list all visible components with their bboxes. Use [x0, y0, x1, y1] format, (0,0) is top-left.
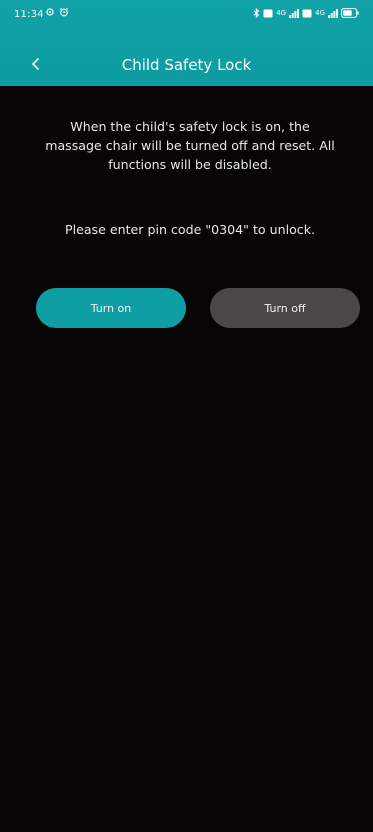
lock-description: When the child's safety lock is on, the …: [45, 119, 335, 172]
turn-off-button[interactable]: Turn off: [210, 288, 360, 328]
app-bar: Child Safety Lock: [0, 44, 373, 84]
status-bar: 11:34 4G 4G: [0, 0, 373, 32]
battery-icon: [341, 8, 359, 18]
alarm-icon: [59, 7, 69, 17]
pin-instruction: Please enter pin code "0304" to unlock.: [65, 222, 315, 237]
turn-on-button[interactable]: Turn on: [36, 288, 186, 328]
status-left-icons: [45, 7, 69, 17]
hd-icon: [263, 9, 273, 17]
bluetooth-icon: [253, 8, 260, 18]
signal-icon: [328, 8, 338, 18]
turn-on-label: Turn on: [90, 301, 132, 315]
network-type-label: 4G: [315, 8, 325, 17]
hd-icon: [302, 9, 312, 17]
page-title: Child Safety Lock: [121, 56, 252, 74]
signal-icon: [289, 8, 300, 18]
network-type-label: 4G: [276, 8, 287, 17]
turn-off-label: Turn off: [264, 301, 306, 315]
settings-icon: [46, 8, 54, 16]
status-right-icons: 4G 4G: [253, 8, 359, 18]
status-time: 11:34: [14, 9, 44, 20]
header-bar: 11:34 4G 4G Child Safety Lock: [0, 0, 373, 86]
